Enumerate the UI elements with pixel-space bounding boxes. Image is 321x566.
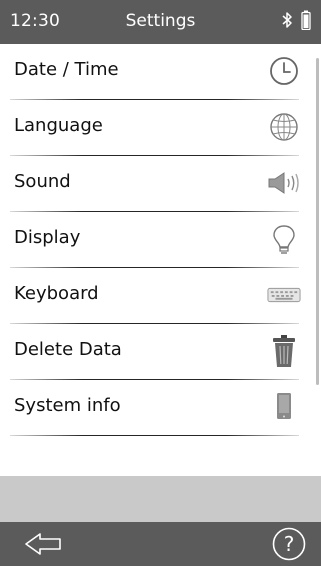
footer-band	[0, 476, 321, 522]
clock-icon	[267, 54, 301, 88]
status-bar: 12:30 Settings	[0, 0, 321, 44]
settings-item-keyboard[interactable]: Keyboard	[0, 268, 321, 324]
settings-item-label: Sound	[14, 171, 71, 192]
settings-item-date-time[interactable]: Date / Time	[0, 44, 321, 100]
settings-item-label: Date / Time	[14, 59, 119, 80]
settings-item-sound[interactable]: Sound	[0, 156, 321, 212]
settings-item-label: System info	[14, 395, 121, 416]
scrollbar[interactable]	[316, 58, 319, 385]
settings-item-label: Delete Data	[14, 339, 122, 360]
bottom-bar: ?	[0, 522, 321, 566]
settings-item-label: Language	[14, 115, 103, 136]
divider	[10, 435, 299, 436]
trash-icon	[267, 334, 301, 368]
settings-item-delete-data[interactable]: Delete Data	[0, 324, 321, 380]
back-arrow-icon[interactable]	[22, 528, 66, 560]
bluetooth-icon	[282, 12, 292, 28]
settings-item-system-info[interactable]: System info	[0, 380, 321, 436]
keyboard-icon	[267, 278, 301, 312]
page-title: Settings	[125, 11, 196, 31]
svg-text:?: ?	[284, 532, 295, 556]
battery-icon	[301, 10, 311, 30]
status-icons	[281, 10, 311, 30]
settings-item-label: Keyboard	[14, 283, 99, 304]
settings-item-language[interactable]: Language	[0, 100, 321, 156]
lightbulb-icon	[267, 222, 301, 256]
globe-icon	[267, 110, 301, 144]
settings-item-label: Display	[14, 227, 81, 248]
help-icon[interactable]: ?	[271, 526, 307, 562]
settings-list: Date / Time Language Sound Display Keybo…	[0, 44, 321, 436]
speaker-icon	[267, 166, 301, 200]
settings-item-display[interactable]: Display	[0, 212, 321, 268]
device-icon	[267, 390, 301, 424]
settings-screen: 12:30 Settings Date / Time Language Soun…	[0, 0, 321, 566]
